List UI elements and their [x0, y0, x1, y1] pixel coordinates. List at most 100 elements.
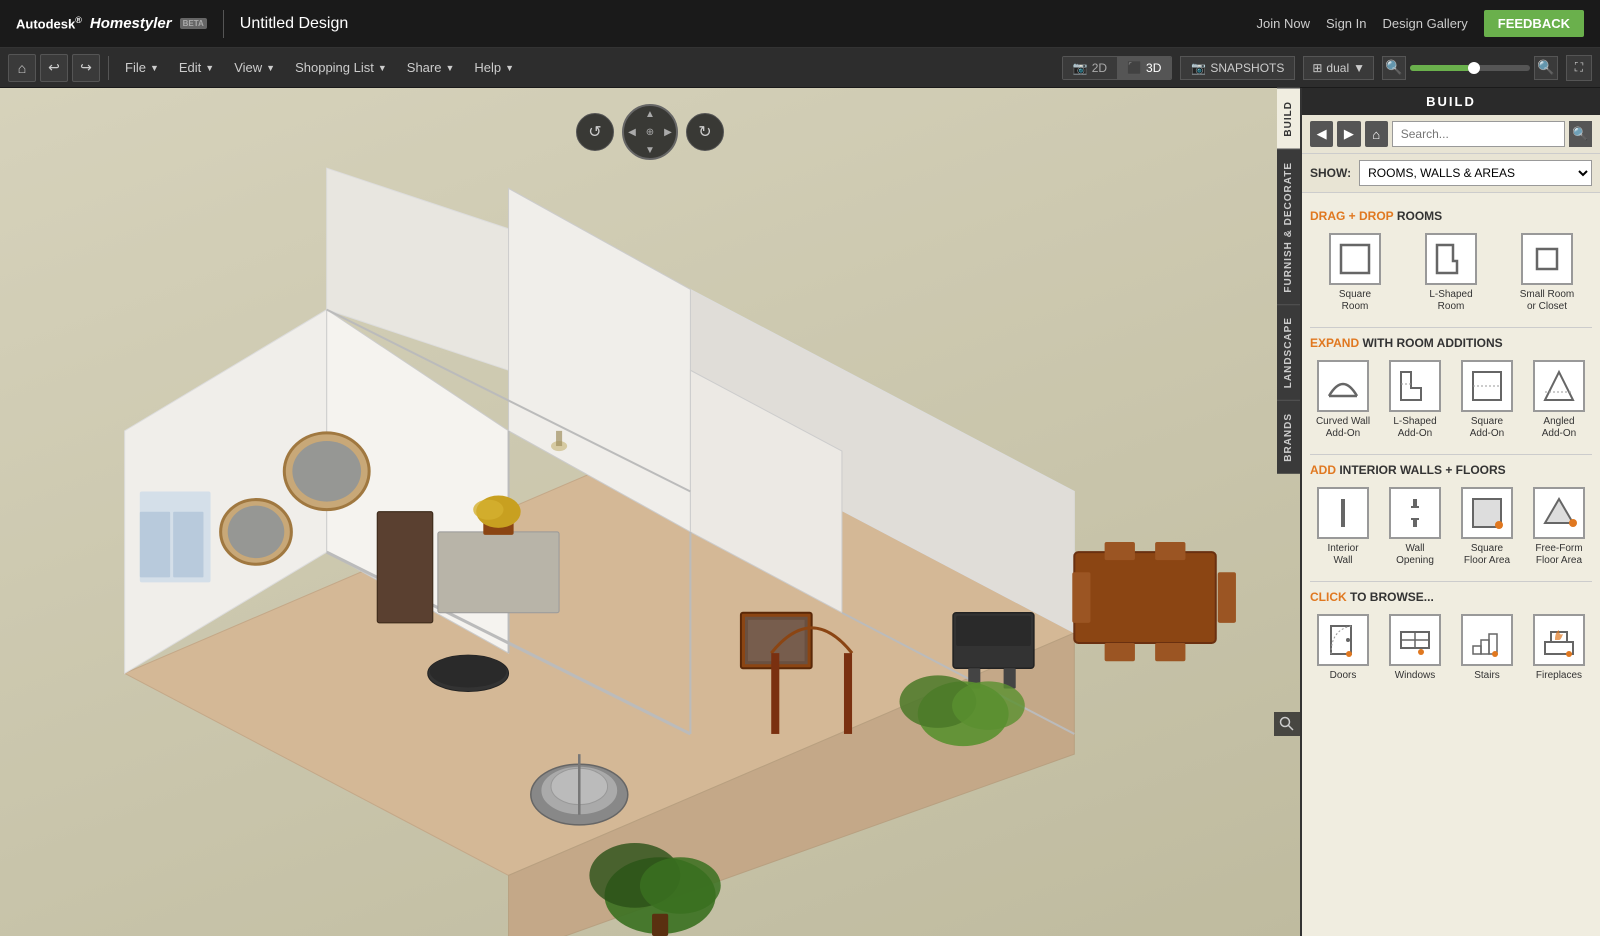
landscape-tab[interactable]: LANDSCAPE [1277, 304, 1300, 400]
nav-back-button[interactable]: ◀ [1310, 121, 1333, 147]
shopping-list-arrow: ▼ [378, 63, 387, 73]
room-additions-grid: Curved WallAdd-On L-ShapedAdd-On [1310, 360, 1592, 440]
file-arrow: ▼ [150, 63, 159, 73]
panel-content: DRAG + DROP ROOMS SquareRoom [1302, 193, 1600, 936]
divider-2 [1310, 454, 1592, 455]
small-room-label: Small Roomor Closet [1520, 289, 1574, 313]
fireplaces-item[interactable]: Fireplaces [1526, 614, 1592, 682]
square-room-label: SquareRoom [1339, 289, 1371, 313]
curved-wall-item[interactable]: Curved WallAdd-On [1310, 360, 1376, 440]
freeform-floor-item[interactable]: Free-FormFloor Area [1526, 487, 1592, 567]
share-arrow: ▼ [445, 63, 454, 73]
nav-forward-button[interactable]: ▶ [1337, 121, 1360, 147]
show-dropdown[interactable]: ROOMS, WALLS & AREAS ALL FLOORS ONLY [1359, 160, 1592, 186]
interior-wall-label: InteriorWall [1327, 543, 1358, 567]
fireplaces-label: Fireplaces [1536, 670, 1582, 682]
redo-button[interactable]: ↪ [72, 54, 100, 82]
wall-opening-label: WallOpening [1396, 543, 1434, 567]
wall-opening-item[interactable]: WallOpening [1382, 487, 1448, 567]
help-arrow: ▼ [505, 63, 514, 73]
sign-in-link[interactable]: Sign In [1326, 16, 1366, 31]
share-menu[interactable]: Share ▼ [399, 56, 463, 79]
view-arrow: ▼ [266, 63, 275, 73]
show-label: SHOW: [1310, 166, 1351, 180]
divider-3 [1310, 581, 1592, 582]
top-bar: Autodesk® Homestyler BETA Untitled Desig… [0, 0, 1600, 48]
brands-tab[interactable]: BRANDS [1277, 400, 1300, 474]
3d-button[interactable]: ⬛ 3D [1117, 57, 1171, 79]
panel-navigation: ◀ ▶ ⌂ 🔍 [1302, 115, 1600, 154]
square-floor-label: SquareFloor Area [1464, 543, 1510, 567]
stairs-label: Stairs [1474, 670, 1500, 682]
zoom-in-button[interactable]: 🔍 [1534, 56, 1558, 80]
interior-wall-item[interactable]: InteriorWall [1310, 487, 1376, 567]
beta-badge: BETA [180, 18, 207, 29]
small-room-item[interactable]: Small Roomor Closet [1502, 233, 1592, 313]
main-area: ↺ ▲ ◀ ⊕ ▶ ▼ ↻ [0, 88, 1600, 936]
drag-drop-rooms-grid: SquareRoom L-ShapedRoom [1310, 233, 1592, 313]
nav-home-button[interactable]: ⌂ [1365, 121, 1388, 147]
nav-blank-tr [659, 105, 677, 123]
zoom-out-button[interactable]: 🔍 [1382, 56, 1406, 80]
build-tab[interactable]: BUILD [1277, 88, 1300, 149]
freeform-floor-label: Free-FormFloor Area [1535, 543, 1582, 567]
angled-addon-item[interactable]: AngledAdd-On [1526, 360, 1592, 440]
zoom-fill [1410, 65, 1470, 71]
undo-button[interactable]: ↩ [40, 54, 68, 82]
square-room-icon [1329, 233, 1381, 285]
feedback-button[interactable]: FEEDBACK [1484, 10, 1584, 37]
home-button[interactable]: ⌂ [8, 54, 36, 82]
curved-wall-icon [1317, 360, 1369, 412]
furnish-decorate-tab[interactable]: FURNISH & DECORATE [1277, 149, 1300, 305]
rotate-left-button[interactable]: ↺ [576, 113, 614, 151]
zoom-slider[interactable] [1410, 65, 1530, 71]
rotate-right-button[interactable]: ↻ [686, 113, 724, 151]
toolbar-right: 📷 2D ⬛ 3D 📷 SNAPSHOTS ⊞ dual ▼ 🔍 🔍 ⛶ [1062, 55, 1592, 81]
show-bar: SHOW: ROOMS, WALLS & AREAS ALL FLOORS ON… [1302, 154, 1600, 193]
square-addon-icon [1461, 360, 1513, 412]
viewport-search-icon[interactable] [1274, 712, 1300, 736]
join-now-link[interactable]: Join Now [1257, 16, 1310, 31]
shopping-list-menu[interactable]: Shopping List ▼ [287, 56, 395, 79]
interior-wall-icon [1317, 487, 1369, 539]
zoom-bar: 🔍 🔍 [1382, 56, 1558, 80]
dual-button[interactable]: ⊞ dual ▼ [1303, 56, 1374, 80]
2d-button[interactable]: 📷 2D [1063, 57, 1117, 79]
l-room-item[interactable]: L-ShapedRoom [1406, 233, 1496, 313]
design-gallery-link[interactable]: Design Gallery [1383, 16, 1468, 31]
interior-walls-grid: InteriorWall WallOpening [1310, 487, 1592, 567]
homestyler-brand: Homestyler [90, 15, 172, 32]
square-floor-item[interactable]: SquareFloor Area [1454, 487, 1520, 567]
square-addon-label: SquareAdd-On [1470, 416, 1504, 440]
square-addon-item[interactable]: SquareAdd-On [1454, 360, 1520, 440]
browse-items-grid: Doors Windows [1310, 614, 1592, 682]
app-logo: Autodesk® Homestyler BETA [16, 15, 207, 32]
view-menu[interactable]: View ▼ [226, 56, 283, 79]
nav-center-dot[interactable]: ⊕ [641, 123, 659, 141]
fullscreen-button[interactable]: ⛶ [1566, 55, 1592, 81]
windows-item[interactable]: Windows [1382, 614, 1448, 682]
stairs-item[interactable]: Stairs [1454, 614, 1520, 682]
panel-search-input[interactable] [1392, 121, 1565, 147]
edit-arrow: ▼ [205, 63, 214, 73]
snapshots-button[interactable]: 📷 SNAPSHOTS [1180, 56, 1295, 80]
zoom-thumb[interactable] [1468, 62, 1480, 74]
file-menu[interactable]: File ▼ [117, 56, 167, 79]
divider-1 [1310, 327, 1592, 328]
small-room-icon [1521, 233, 1573, 285]
help-menu[interactable]: Help ▼ [466, 56, 522, 79]
viewport[interactable]: ↺ ▲ ◀ ⊕ ▶ ▼ ↻ [0, 88, 1300, 936]
square-floor-icon [1461, 487, 1513, 539]
doors-icon [1317, 614, 1369, 666]
nav-left[interactable]: ◀ [623, 123, 641, 141]
panel-search-button[interactable]: 🔍 [1569, 121, 1592, 147]
nav-up[interactable]: ▲ [641, 105, 659, 123]
nav-right[interactable]: ▶ [659, 123, 677, 141]
square-room-item[interactable]: SquareRoom [1310, 233, 1400, 313]
doors-item[interactable]: Doors [1310, 614, 1376, 682]
2d-3d-toggle: 📷 2D ⬛ 3D [1062, 56, 1173, 80]
expand-section-title: EXPAND WITH ROOM ADDITIONS [1310, 336, 1592, 350]
toolbar: ⌂ ↩ ↪ File ▼ Edit ▼ View ▼ Shopping List… [0, 48, 1600, 88]
edit-menu[interactable]: Edit ▼ [171, 56, 222, 79]
l-addon-item[interactable]: L-ShapedAdd-On [1382, 360, 1448, 440]
